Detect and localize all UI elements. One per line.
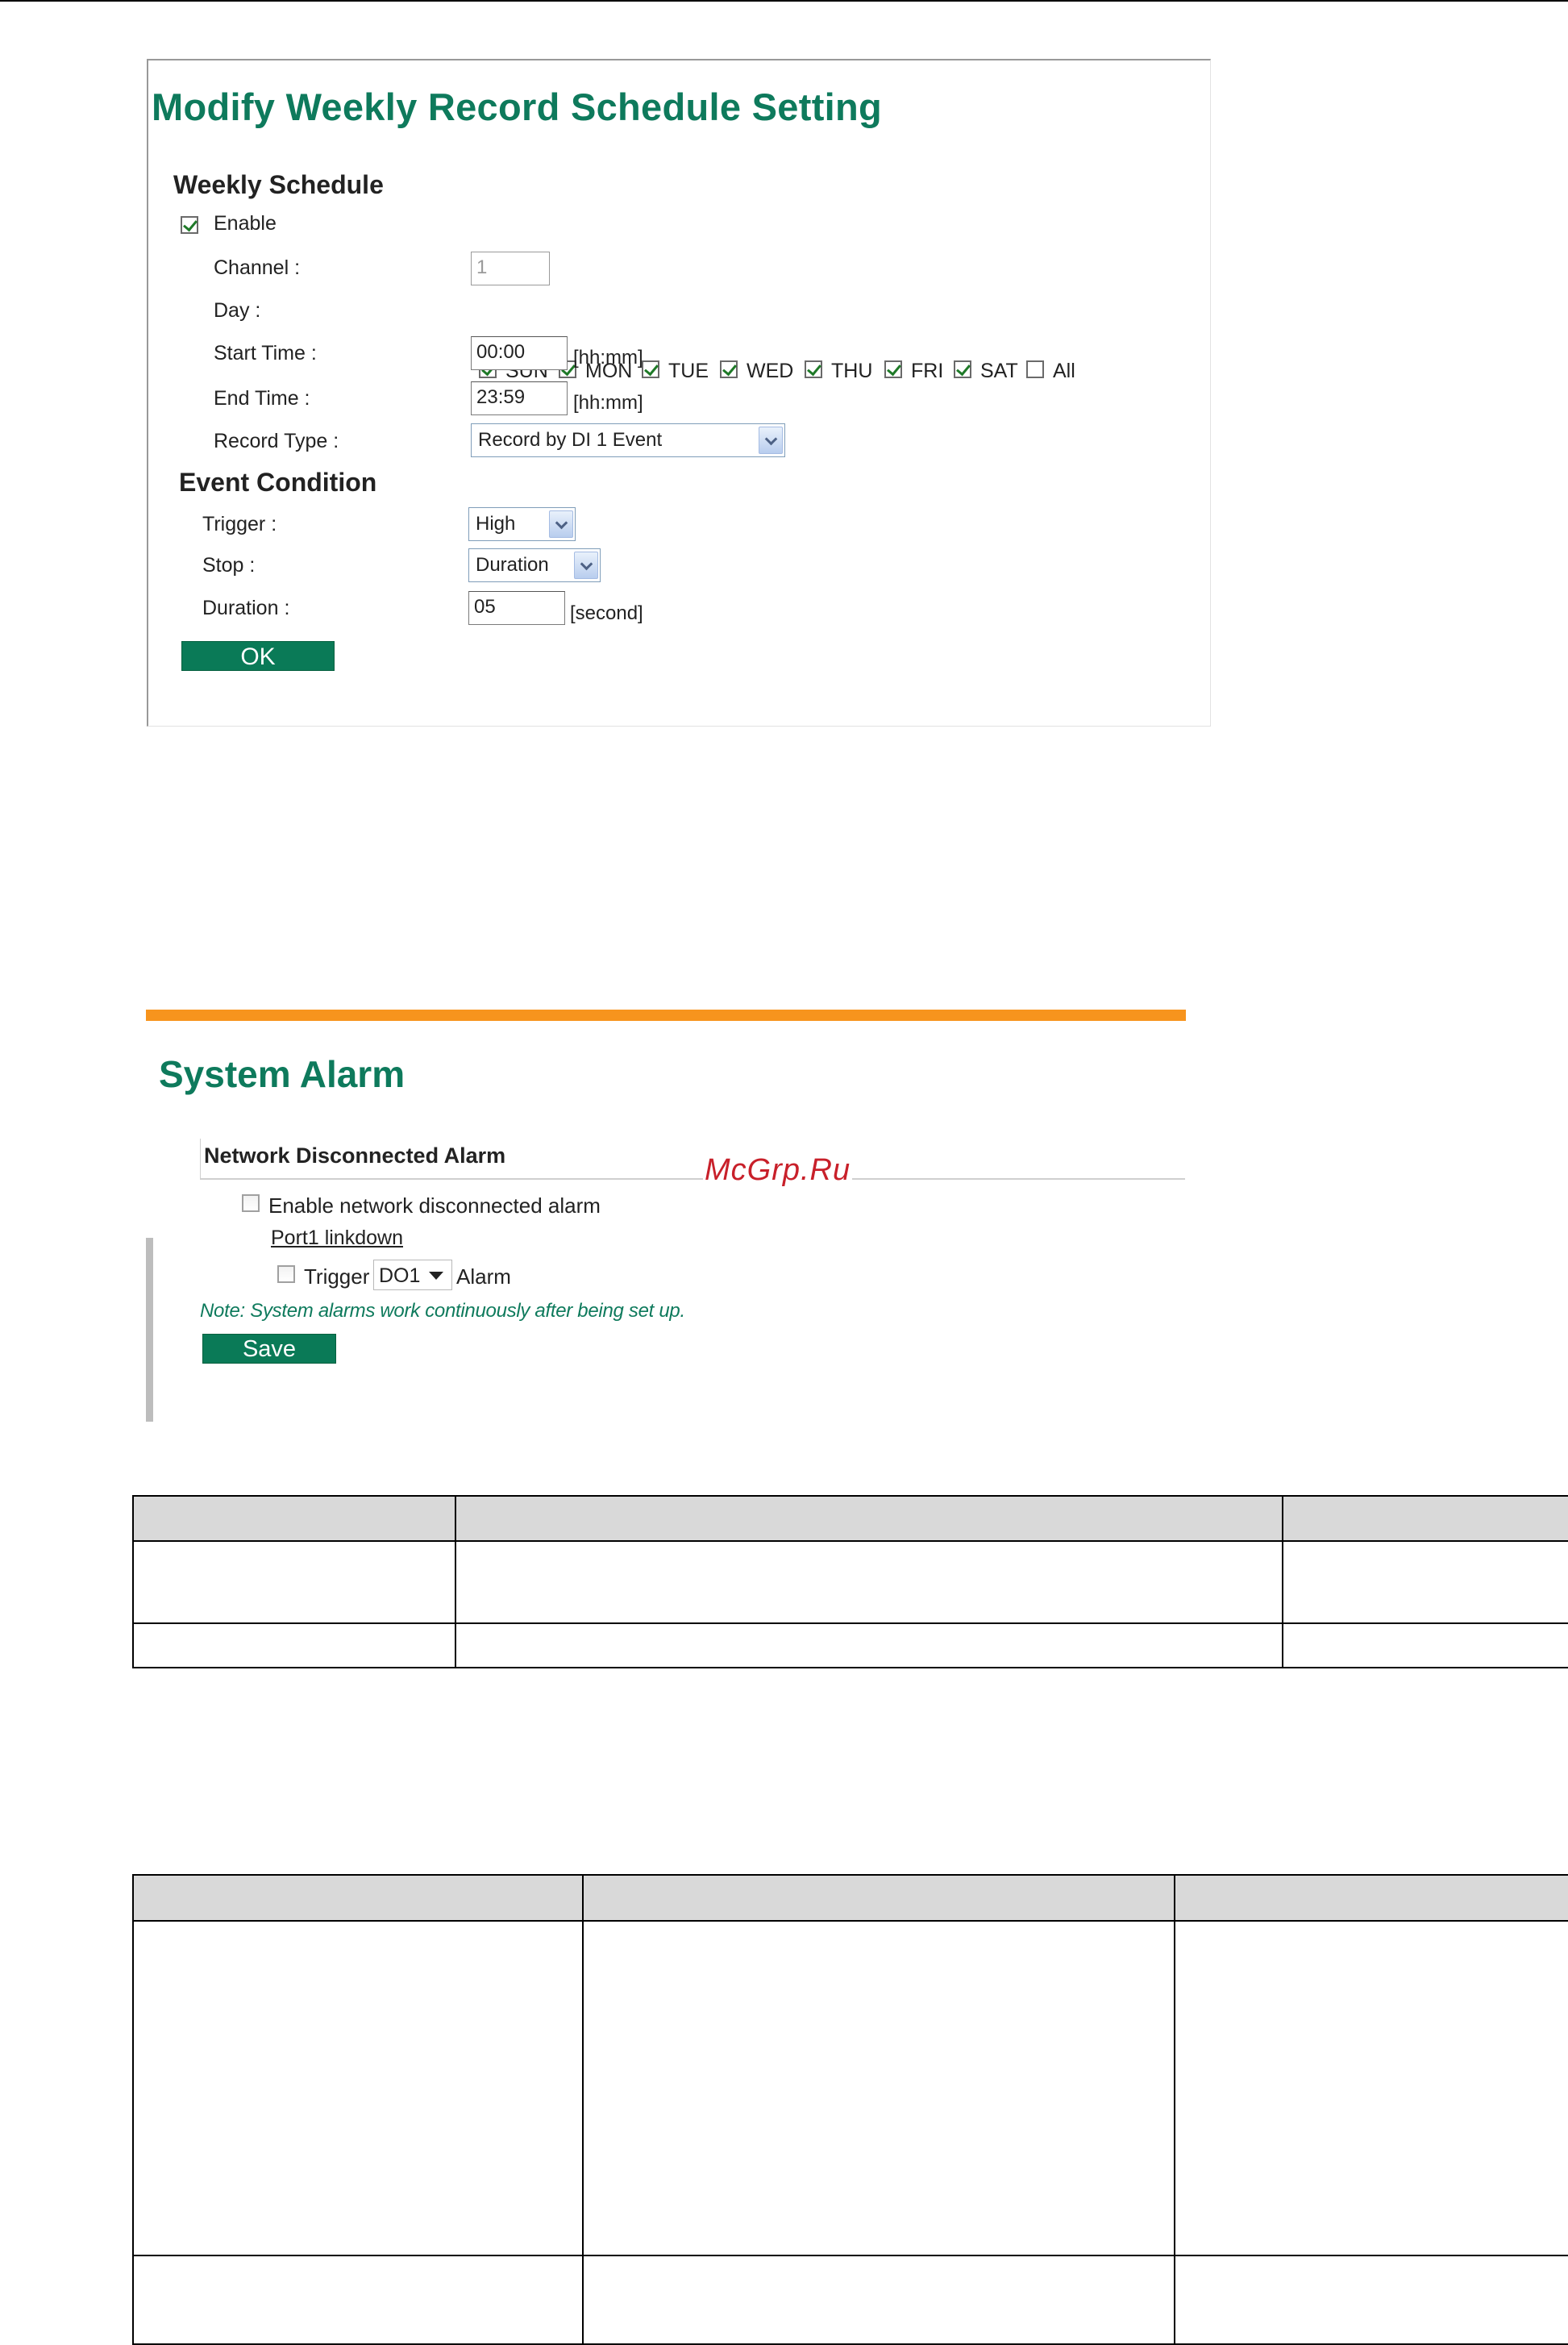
- chevron-down-icon[interactable]: [574, 552, 598, 579]
- channel-label: Channel :: [214, 256, 301, 279]
- table-row: [132, 1540, 1568, 1624]
- tue-checkbox[interactable]: [642, 360, 659, 378]
- table-cell: [455, 1622, 1283, 1668]
- table-cell: [1174, 1920, 1568, 2256]
- table-cell: [582, 2255, 1175, 2345]
- port1-linkdown-link[interactable]: Port1 linkdown: [271, 1227, 403, 1250]
- table-cell: [455, 1540, 1283, 1624]
- do-select[interactable]: DO1: [373, 1260, 452, 1290]
- trigger-label: Trigger :: [202, 513, 277, 535]
- end-time-field[interactable]: 23:59: [471, 381, 568, 415]
- watermark-text: McGrp.Ru: [703, 1153, 853, 1188]
- trigger-value: High: [476, 513, 516, 535]
- end-time-label: End Time :: [214, 387, 310, 410]
- table-row: [132, 2255, 1568, 2345]
- parameter-table-1: [132, 1495, 1568, 1668]
- section-divider-vertical: [200, 1139, 201, 1179]
- table-row: [132, 1622, 1568, 1668]
- enable-network-alarm-label: Enable network disconnected alarm: [268, 1193, 601, 1218]
- day-label-thu: THU: [831, 360, 873, 382]
- weekly-schedule-panel: Modify Weekly Record Schedule Setting We…: [147, 59, 1211, 727]
- stop-value: Duration: [476, 554, 549, 576]
- chevron-down-icon[interactable]: [549, 510, 573, 538]
- table-cell: [582, 1920, 1175, 2256]
- table-header-cell: [1282, 1495, 1568, 1542]
- day-label-wed: WED: [747, 360, 794, 382]
- day-label-fri: FRI: [911, 360, 944, 382]
- record-type-label: Record Type :: [214, 430, 339, 452]
- start-time-label: Start Time :: [214, 342, 317, 364]
- table-cell: [132, 1540, 456, 1624]
- alarm-note: Note: System alarms work continuously af…: [200, 1300, 685, 1322]
- trigger-label: Trigger: [304, 1264, 370, 1289]
- enable-checkbox[interactable]: [181, 216, 198, 234]
- alarm-left-scroll-edge: [146, 1238, 153, 1422]
- table-cell: [132, 2255, 584, 2345]
- enable-label: Enable: [214, 212, 277, 235]
- day-label-sat: SAT: [980, 360, 1018, 382]
- start-time-unit: [hh:mm]: [573, 347, 643, 369]
- duration-unit: [second]: [570, 602, 643, 624]
- weekly-schedule-heading: Weekly Schedule: [173, 170, 384, 199]
- stop-select[interactable]: Duration: [468, 548, 601, 582]
- table-header-row: [132, 1495, 1568, 1542]
- alarm-header-bar: [146, 1010, 1186, 1021]
- table-cell: [132, 1622, 456, 1668]
- parameter-table-2: [132, 1874, 1568, 2345]
- duration-field[interactable]: 05: [468, 591, 565, 625]
- start-time-field[interactable]: 00:00: [471, 336, 568, 370]
- day-label: Day :: [214, 299, 261, 322]
- end-time-unit: [hh:mm]: [573, 392, 643, 414]
- table-header-cell: [455, 1495, 1283, 1542]
- table-cell: [1282, 1540, 1568, 1624]
- trigger-select[interactable]: High: [468, 507, 576, 541]
- do-select-value: DO1: [379, 1264, 421, 1287]
- event-condition-heading: Event Condition: [179, 468, 377, 497]
- alarm-label: Alarm: [456, 1264, 511, 1289]
- fri-checkbox[interactable]: [884, 360, 902, 378]
- enable-network-alarm-checkbox[interactable]: [242, 1194, 260, 1212]
- save-button[interactable]: Save: [202, 1334, 336, 1364]
- record-type-select[interactable]: Record by DI 1 Event: [471, 423, 785, 457]
- wed-checkbox[interactable]: [720, 360, 738, 378]
- channel-field[interactable]: 1: [471, 252, 550, 285]
- table-header-cell: [1174, 1874, 1568, 1922]
- ok-button[interactable]: OK: [181, 641, 335, 671]
- table-cell: [1282, 1622, 1568, 1668]
- table-header-cell: [132, 1874, 584, 1922]
- page-top-rule: [0, 0, 1568, 2]
- table-header-row: [132, 1874, 1568, 1922]
- table-header-cell: [582, 1874, 1175, 1922]
- table-cell: [1174, 2255, 1568, 2345]
- table-header-cell: [132, 1495, 456, 1542]
- table-cell: [132, 1920, 584, 2256]
- sat-checkbox[interactable]: [954, 360, 971, 378]
- network-disconnected-heading: Network Disconnected Alarm: [204, 1143, 506, 1168]
- system-alarm-title: System Alarm: [159, 1053, 406, 1095]
- thu-checkbox[interactable]: [805, 360, 822, 378]
- stop-label: Stop :: [202, 554, 256, 577]
- schedule-page-title: Modify Weekly Record Schedule Setting: [152, 85, 883, 128]
- chevron-down-icon[interactable]: [759, 427, 783, 454]
- record-type-value: Record by DI 1 Event: [478, 429, 663, 451]
- all-checkbox[interactable]: [1026, 360, 1044, 378]
- day-label-tue: TUE: [668, 360, 709, 382]
- trigger-checkbox[interactable]: [277, 1265, 295, 1283]
- section-divider-horizontal: [200, 1178, 1185, 1180]
- table-row: [132, 1920, 1568, 2256]
- duration-label: Duration :: [202, 597, 290, 619]
- day-label-all: All: [1053, 360, 1075, 382]
